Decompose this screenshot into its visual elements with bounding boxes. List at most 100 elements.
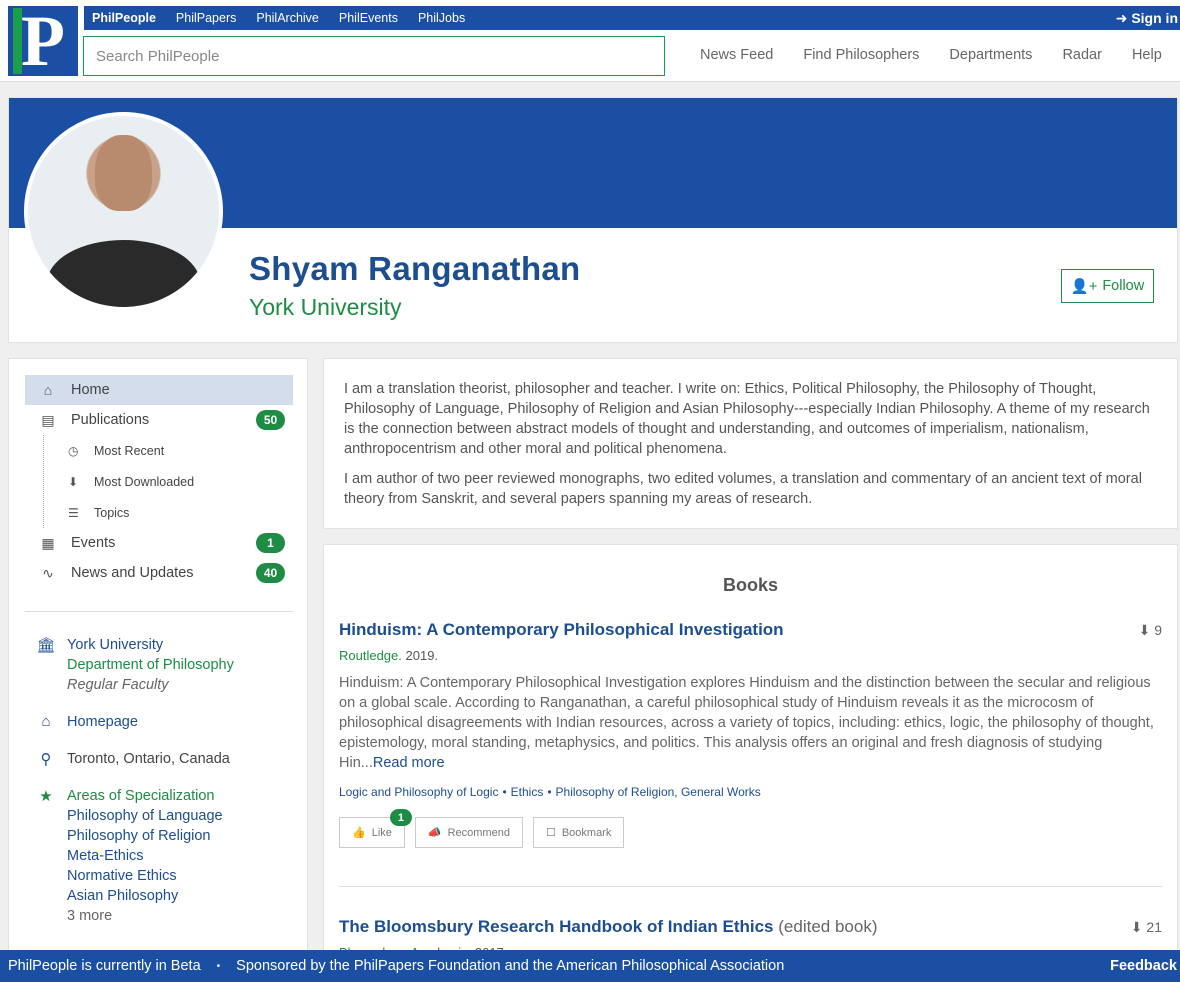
- sidebar: ⌂ Home ▤ Publications 50 ◷ Most Recent ⬇…: [8, 358, 308, 958]
- bookmark-button[interactable]: ☐ Bookmark: [532, 817, 625, 848]
- nav-radar[interactable]: Radar: [1062, 47, 1102, 63]
- aos-block: ★ Areas of Specialization Philosophy of …: [25, 786, 293, 926]
- news-count-badge: 40: [256, 563, 285, 583]
- site-link-philjobs[interactable]: PhilJobs: [418, 11, 465, 25]
- institution-icon: 🏛: [36, 637, 56, 654]
- user-plus-icon: 👤+: [1070, 278, 1098, 295]
- rss-icon: ∿: [42, 564, 54, 581]
- bio-panel: I am a translation theorist, philosopher…: [323, 358, 1178, 529]
- book-title[interactable]: The Bloomsbury Research Handbook of Indi…: [339, 917, 1162, 937]
- site-link-philevents[interactable]: PhilEvents: [339, 11, 398, 25]
- download-icon: ⬇: [1138, 622, 1151, 638]
- recommend-button[interactable]: 📣 Recommend: [414, 817, 523, 848]
- site-link-philpapers[interactable]: PhilPapers: [176, 11, 236, 25]
- sponsor-notice: Sponsored by the PhilPapers Foundation a…: [236, 958, 785, 974]
- sign-in-label: Sign in: [1131, 10, 1178, 26]
- profile-affiliation[interactable]: York University: [249, 294, 402, 321]
- subnav-topics[interactable]: ☰ Topics: [44, 497, 293, 528]
- book-actions: 👍 Like 1 📣 Recommend ☐ Bookmark: [339, 809, 625, 848]
- subnav-most-recent[interactable]: ◷ Most Recent: [44, 435, 293, 466]
- nav-help[interactable]: Help: [1132, 47, 1162, 63]
- avatar: [24, 112, 223, 311]
- main-nav: News Feed Find Philosophers Departments …: [700, 47, 1162, 63]
- sidebar-nav: ⌂ Home ▤ Publications 50 ◷ Most Recent ⬇…: [25, 375, 293, 588]
- location-text: Toronto, Ontario, Canada: [67, 751, 230, 767]
- read-more-link[interactable]: Read more: [373, 755, 445, 771]
- sign-in-link[interactable]: ➜ Sign in: [1116, 6, 1180, 30]
- books-panel: Books Hinduism: A Contemporary Philosoph…: [323, 544, 1178, 964]
- location-block: ⚲ Toronto, Ontario, Canada: [25, 749, 293, 769]
- logo-p-letter: P: [21, 1, 65, 81]
- site-link-philarchive[interactable]: PhilArchive: [256, 11, 319, 25]
- subnav-most-downloaded[interactable]: ⬇ Most Downloaded: [44, 466, 293, 497]
- book-categories: Logic and Philosophy of Logic • Ethics • Phi…: [339, 785, 1162, 799]
- subnav-label: Topics: [94, 505, 130, 520]
- like-button[interactable]: 👍 Like 1: [339, 809, 412, 848]
- sidebar-divider: [25, 611, 293, 612]
- department-link[interactable]: Department of Philosophy: [67, 655, 234, 675]
- nav-news-feed[interactable]: News Feed: [700, 47, 773, 63]
- category-link[interactable]: Philosophy of Religion, General Works: [556, 785, 761, 799]
- sidebar-item-label: Home: [71, 382, 110, 398]
- category-separator: •: [502, 785, 507, 799]
- download-icon: ⬇: [1130, 919, 1143, 935]
- homepage-link[interactable]: Homepage: [67, 712, 138, 732]
- sidebar-item-publications[interactable]: ▤ Publications 50: [25, 405, 293, 435]
- follow-label: Follow: [1102, 278, 1145, 294]
- sidebar-item-news[interactable]: ∿ News and Updates 40: [25, 558, 293, 588]
- aos-item[interactable]: Philosophy of Religion: [67, 826, 223, 846]
- search-input[interactable]: [83, 36, 665, 76]
- book-item: Hinduism: A Contemporary Philosophical I…: [339, 620, 1162, 848]
- avatar-body: [47, 240, 200, 307]
- aos-item[interactable]: Meta-Ethics: [67, 846, 223, 866]
- site-link-philpeople[interactable]: PhilPeople: [92, 11, 156, 25]
- list-icon: ☰: [68, 505, 79, 520]
- clock-icon: ◷: [68, 443, 79, 458]
- subnav-label: Most Recent: [94, 443, 165, 458]
- like-label: Like: [371, 826, 392, 839]
- footer-separator: •: [216, 960, 221, 972]
- site-links: PhilPeople PhilPapers PhilArchive PhilEv…: [92, 6, 465, 30]
- aos-item[interactable]: Asian Philosophy: [67, 886, 223, 906]
- aos-item[interactable]: Normative Ethics: [67, 866, 223, 886]
- bookmark-label: Bookmark: [561, 826, 612, 839]
- nav-find-philosophers[interactable]: Find Philosophers: [803, 47, 919, 63]
- institution-link[interactable]: York University: [67, 635, 234, 655]
- books-heading: Books: [722, 575, 778, 595]
- nav-departments[interactable]: Departments: [949, 47, 1032, 63]
- footer-bar: PhilPeople is currently in Beta • Sponso…: [0, 950, 1180, 982]
- feedback-link[interactable]: Feedback: [1110, 958, 1177, 974]
- category-link[interactable]: Ethics: [511, 785, 544, 799]
- sidebar-item-home[interactable]: ⌂ Home: [25, 375, 293, 405]
- affiliation-block: 🏛 York University Department of Philosop…: [25, 635, 293, 695]
- download-count: ⬇ 9: [1139, 622, 1162, 639]
- follow-button[interactable]: 👤+ Follow: [1061, 269, 1154, 303]
- profile-header: Shyam Ranganathan York University 👤+ Fol…: [8, 97, 1178, 343]
- aos-item[interactable]: Philosophy of Language: [67, 806, 223, 826]
- category-link[interactable]: Logic and Philosophy of Logic: [339, 785, 498, 799]
- avatar-photo: [28, 116, 219, 307]
- aos-more-link[interactable]: 3 more: [67, 906, 223, 926]
- abstract-text: Hinduism: A Contemporary Philosophical I…: [339, 675, 1154, 771]
- profile-name: Shyam Ranganathan: [249, 250, 581, 287]
- book-icon: ▤: [41, 411, 55, 428]
- sidebar-item-events[interactable]: ▦ Events 1: [25, 528, 293, 558]
- megaphone-icon: 📣: [427, 827, 442, 839]
- download-icon: ⬇: [68, 474, 79, 489]
- book-publication: Routledge. 2019.: [339, 648, 1162, 663]
- bio-paragraph: I am author of two peer reviewed monogra…: [344, 471, 1142, 507]
- book-title[interactable]: Hinduism: A Contemporary Philosophical I…: [339, 620, 1162, 640]
- book-kind: (edited book): [778, 917, 878, 936]
- book-title-text: Hinduism: A Contemporary Philosophical I…: [339, 620, 784, 639]
- philpeople-logo[interactable]: P: [8, 1, 78, 81]
- download-count-value: 9: [1154, 622, 1162, 638]
- year: 2019.: [405, 648, 439, 663]
- sign-in-icon: ➜: [1115, 10, 1128, 26]
- bio-paragraph: I am a translation theorist, philosopher…: [344, 381, 1150, 457]
- sidebar-info: 🏛 York University Department of Philosop…: [25, 635, 293, 943]
- calendar-icon: ▦: [41, 534, 55, 551]
- avatar-head: [94, 135, 153, 212]
- recommend-label: Recommend: [447, 826, 510, 839]
- category-separator: •: [547, 785, 552, 799]
- home-icon: ⌂: [43, 382, 53, 398]
